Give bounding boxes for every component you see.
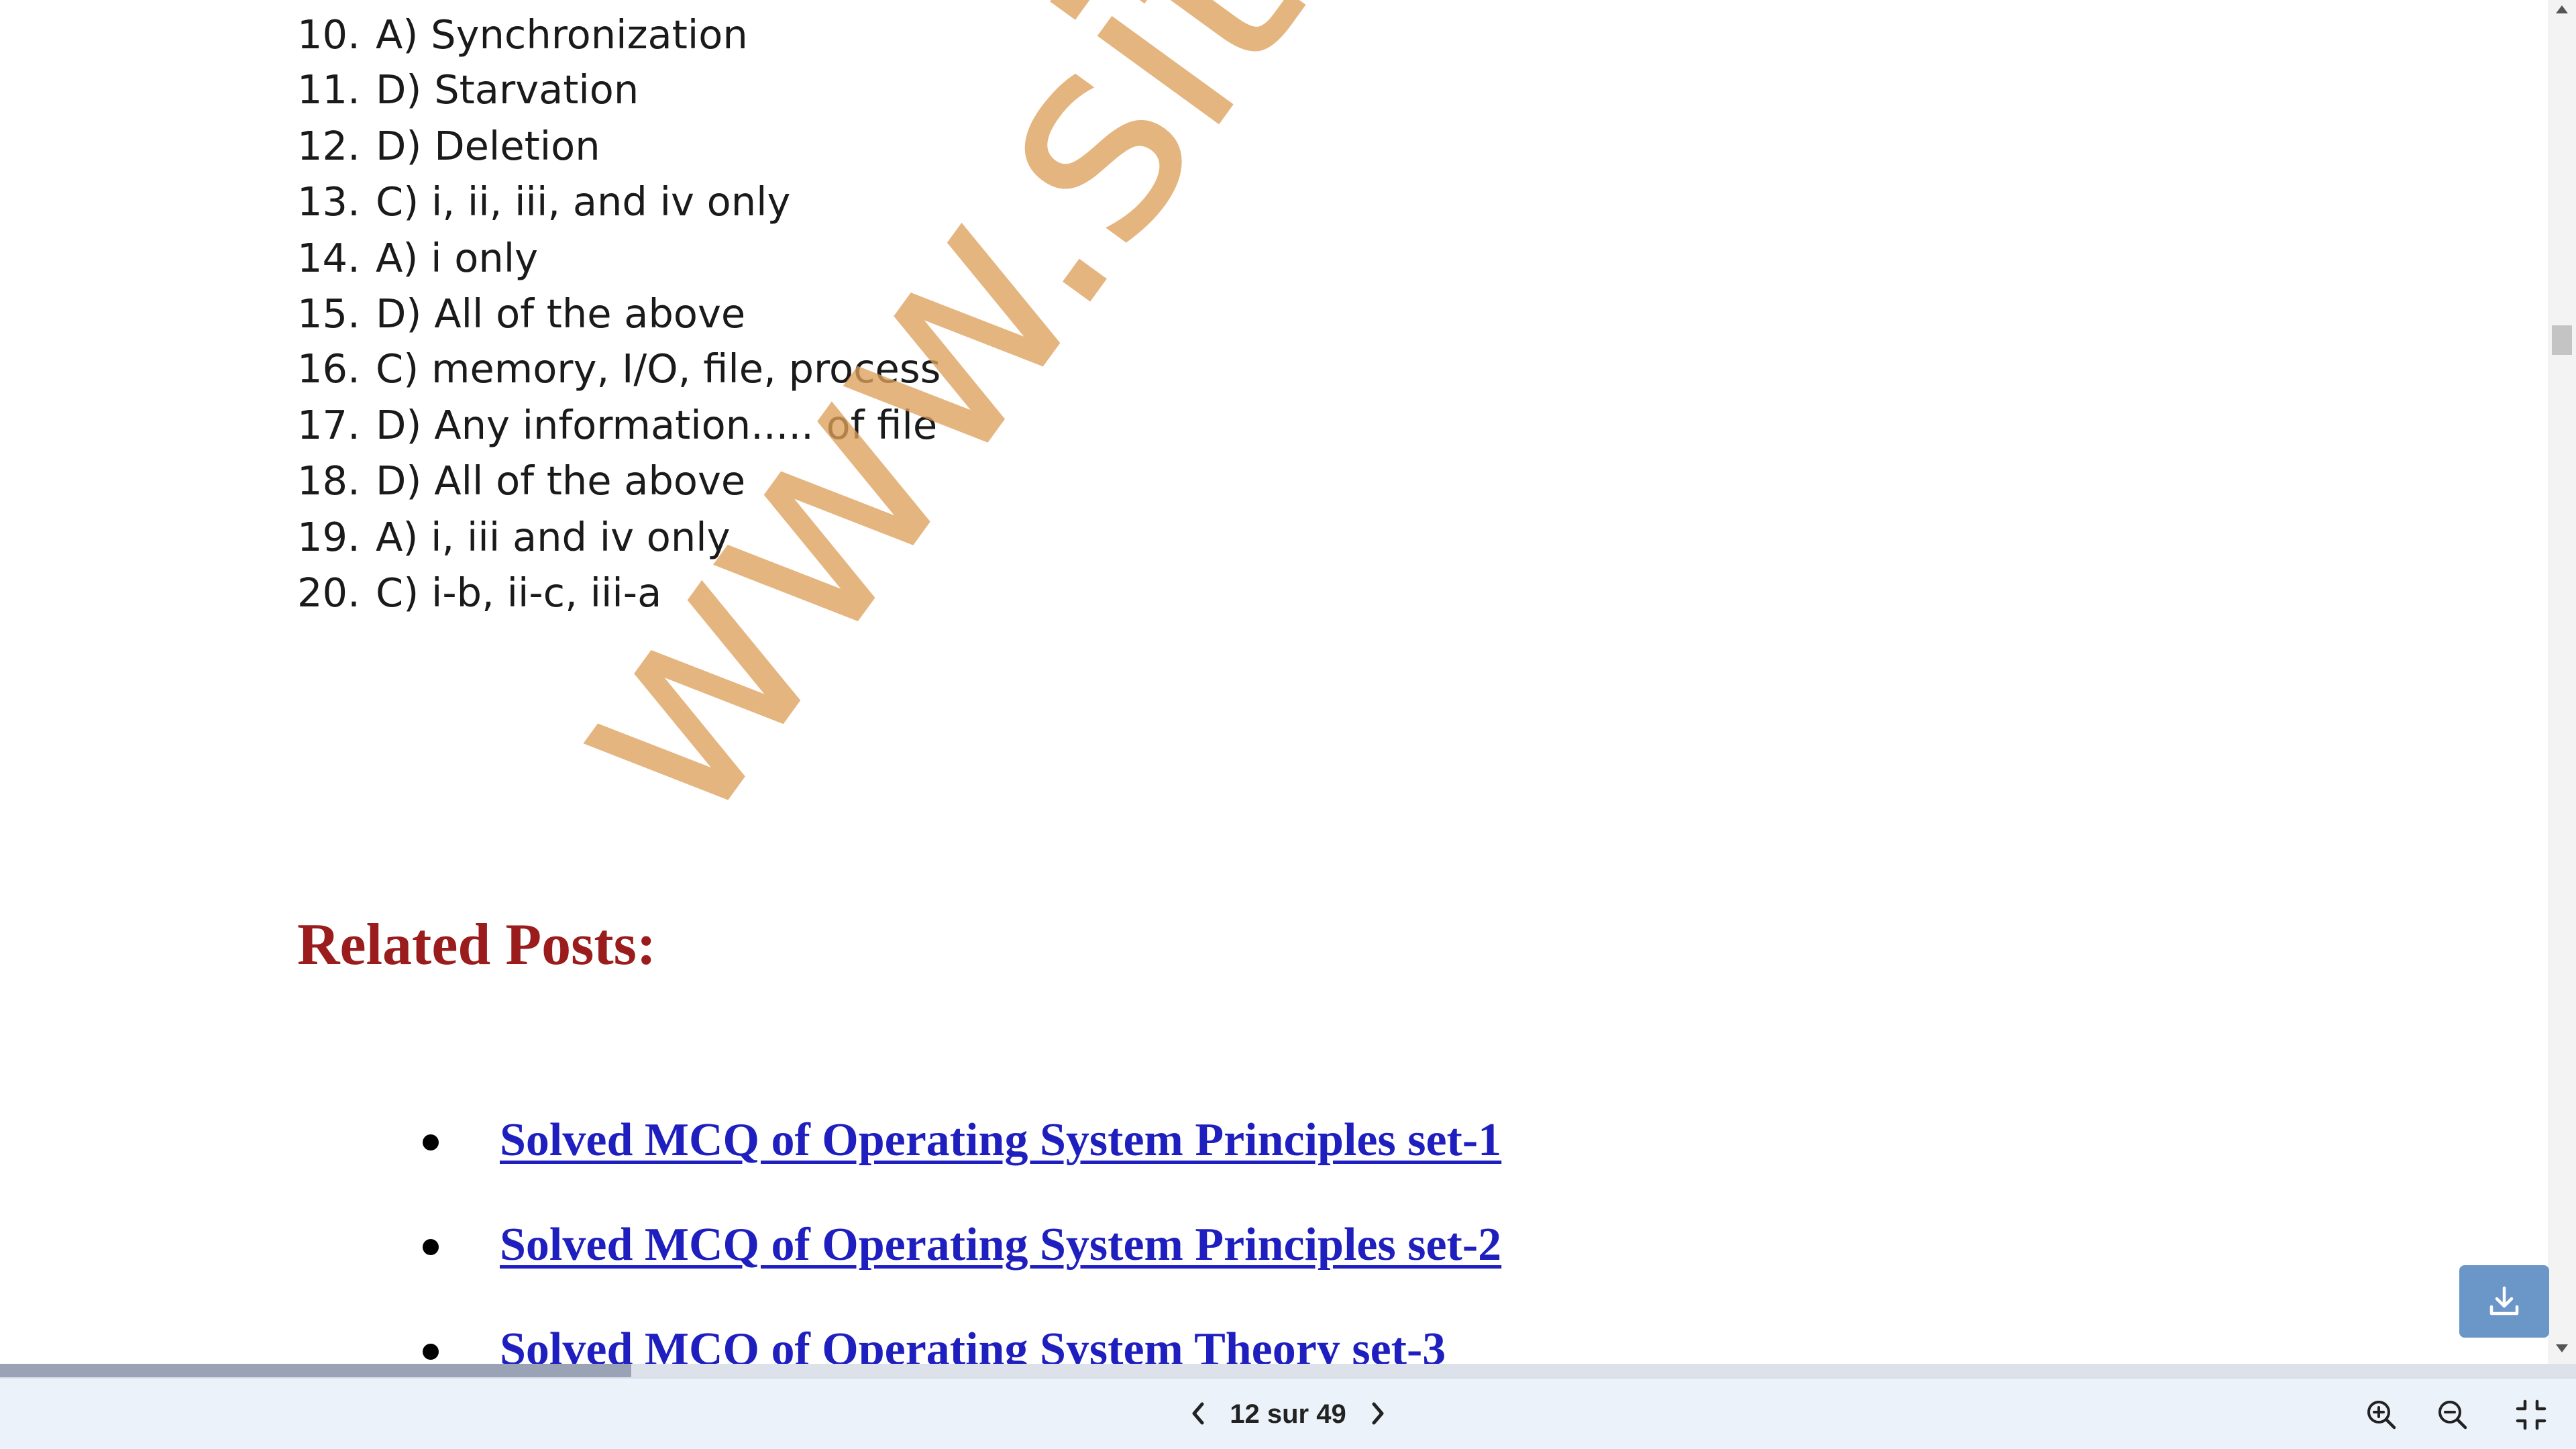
previous-page-button[interactable] bbox=[1182, 1397, 1214, 1430]
horizontal-progress-strip bbox=[0, 1364, 2576, 1377]
answer-text: D) Deletion bbox=[376, 123, 600, 169]
answer-number: 16. bbox=[297, 345, 360, 392]
answer-number: 10. bbox=[297, 11, 360, 58]
answer-item: 16. C) memory, I/O, file, process bbox=[297, 349, 941, 388]
related-posts-heading: Related Posts: bbox=[297, 912, 657, 977]
answer-item: 11. D) Starvation bbox=[297, 70, 639, 109]
zoom-in-button[interactable] bbox=[2361, 1395, 2402, 1435]
zoom-out-icon bbox=[2438, 1401, 2467, 1430]
related-post-link-3[interactable]: Solved MCQ of Operating System Theory se… bbox=[500, 1326, 1446, 1364]
answer-number: 18. bbox=[297, 458, 360, 504]
answer-number: 11. bbox=[297, 66, 360, 113]
exit-fullscreen-icon bbox=[2516, 1399, 2546, 1430]
answer-text: A) i only bbox=[376, 235, 539, 281]
document-page: 10. A) Synchronization 11. D) Starvation 1… bbox=[0, 0, 2548, 1364]
answer-item: 19. A) i, iii and iv only bbox=[297, 517, 731, 557]
pdf-viewer: 10. A) Synchronization 11. D) Starvation 1… bbox=[0, 0, 2576, 1449]
answer-item: 13. C) i, ii, iii, and iv only bbox=[297, 182, 790, 221]
zoom-in-icon bbox=[2367, 1401, 2396, 1430]
bullet-icon bbox=[423, 1344, 439, 1360]
chevron-left-icon bbox=[1192, 1402, 1204, 1425]
scroll-down-arrow-icon[interactable] bbox=[2556, 1344, 2568, 1352]
answer-item: 12. D) Deletion bbox=[297, 126, 600, 166]
exit-fullscreen-button[interactable] bbox=[2511, 1395, 2551, 1435]
answer-item: 10. A) Synchronization bbox=[297, 15, 748, 54]
scroll-up-arrow-icon[interactable] bbox=[2556, 5, 2568, 13]
answer-text: D) Starvation bbox=[376, 66, 639, 113]
answer-number: 15. bbox=[297, 290, 360, 337]
scrollbar-thumb[interactable] bbox=[2552, 325, 2572, 355]
bullet-icon bbox=[423, 1134, 439, 1150]
download-button[interactable] bbox=[2459, 1265, 2549, 1338]
answer-number: 12. bbox=[297, 123, 360, 169]
next-page-button[interactable] bbox=[1362, 1397, 1394, 1430]
related-post-link-2[interactable]: Solved MCQ of Operating System Principle… bbox=[500, 1222, 1501, 1269]
answer-text: D) All of the above bbox=[376, 290, 746, 337]
answer-item: 14. A) i only bbox=[297, 238, 538, 278]
answer-number: 19. bbox=[297, 514, 360, 560]
download-icon bbox=[2489, 1286, 2519, 1316]
answer-item: 20. C) i-b, ii-c, iii-a bbox=[297, 573, 661, 612]
answer-number: 14. bbox=[297, 235, 360, 281]
answer-text: D) Any information..... of file bbox=[376, 402, 938, 448]
chevron-right-icon bbox=[1372, 1402, 1384, 1425]
answer-text: D) All of the above bbox=[376, 458, 746, 504]
answer-text: A) Synchronization bbox=[376, 11, 748, 58]
answer-number: 17. bbox=[297, 402, 360, 448]
zoom-out-button[interactable] bbox=[2432, 1395, 2473, 1435]
related-post-link-1[interactable]: Solved MCQ of Operating System Principle… bbox=[500, 1117, 1501, 1164]
page-indicator: 12 sur 49 bbox=[1230, 1399, 1346, 1429]
answer-item: 18. D) All of the above bbox=[297, 461, 745, 500]
answer-item: 15. D) All of the above bbox=[297, 294, 745, 333]
answer-text: C) i, ii, iii, and iv only bbox=[376, 178, 791, 225]
answer-text: A) i, iii and iv only bbox=[376, 514, 731, 560]
horizontal-progress-fill bbox=[0, 1364, 631, 1377]
bullet-icon bbox=[423, 1239, 439, 1255]
answer-number: 13. bbox=[297, 178, 360, 225]
answer-number: 20. bbox=[297, 570, 360, 616]
answer-text: C) i-b, ii-c, iii-a bbox=[376, 570, 662, 616]
answer-item: 17. D) Any information..... of file bbox=[297, 405, 937, 445]
bottom-toolbar: 12 sur 49 bbox=[0, 1377, 2576, 1449]
answer-text: C) memory, I/O, file, process bbox=[376, 345, 941, 392]
vertical-scrollbar[interactable] bbox=[2548, 0, 2576, 1368]
